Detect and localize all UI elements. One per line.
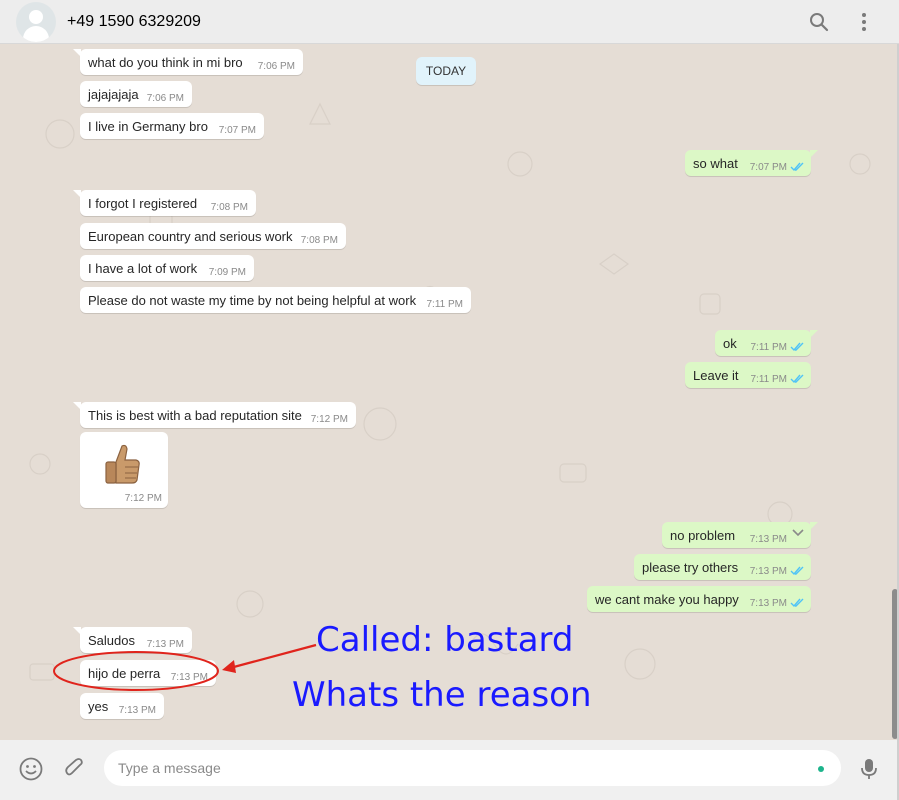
message-text: Please do not waste my time by not being… (88, 293, 417, 308)
thumbs-up-icon (105, 444, 140, 484)
chat-header: +49 1590 6329209 (0, 0, 899, 44)
message-incoming[interactable]: jajajajaja 7:06 PM (80, 81, 192, 107)
menu-icon[interactable] (852, 10, 876, 34)
read-ticks-icon (790, 598, 804, 608)
message-outgoing[interactable]: so what 7:07 PM (685, 150, 811, 176)
message-time: 7:13 PM (749, 566, 787, 577)
message-time: 7:12 PM (310, 414, 348, 425)
message-outgoing[interactable]: Leave it 7:11 PM (685, 362, 811, 388)
message-incoming[interactable]: European country and serious work 7:08 P… (80, 223, 346, 249)
message-time: 7:06 PM (146, 93, 184, 104)
message-incoming[interactable]: I live in Germany bro 7:07 PM (80, 113, 264, 139)
message-text: Saludos (88, 633, 135, 648)
input-status-dot (818, 766, 824, 772)
message-incoming[interactable]: Please do not waste my time by not being… (80, 287, 471, 313)
message-sticker[interactable]: 7:12 PM (80, 432, 168, 508)
message-text: hijo de perra (88, 666, 161, 681)
read-ticks-icon (790, 342, 804, 352)
attach-icon[interactable] (62, 756, 88, 782)
annotation-line-1: Called: bastard (316, 620, 574, 660)
message-text: so what (693, 156, 738, 171)
message-incoming[interactable]: Saludos 7:13 PM (80, 627, 192, 653)
mic-icon[interactable] (856, 756, 882, 782)
read-ticks-icon (790, 374, 804, 384)
message-incoming[interactable]: what do you think in mi bro 7:06 PM (80, 49, 303, 75)
message-time: 7:07 PM (218, 125, 256, 136)
message-time: 7:06 PM (257, 61, 295, 72)
search-icon[interactable] (807, 10, 831, 34)
message-incoming[interactable]: I have a lot of work 7:09 PM (80, 255, 254, 281)
message-time: 7:13 PM (146, 639, 184, 650)
message-outgoing[interactable]: no problem 7:13 PM (662, 522, 811, 548)
message-text: please try others (642, 560, 739, 575)
message-incoming[interactable]: This is best with a bad reputation site … (80, 402, 356, 428)
message-time: 7:12 PM (124, 493, 162, 504)
message-time: 7:13 PM (170, 672, 208, 683)
read-ticks-icon (790, 162, 804, 172)
annotation-line-2: Whats the reason (292, 675, 592, 715)
message-outgoing[interactable]: please try others 7:13 PM (634, 554, 811, 580)
message-time: 7:08 PM (210, 202, 248, 213)
emoji-icon[interactable] (18, 756, 44, 782)
message-text: I have a lot of work (88, 261, 198, 276)
date-chip: TODAY (416, 57, 476, 85)
message-time: 7:13 PM (749, 598, 787, 609)
message-text: what do you think in mi bro (88, 55, 243, 70)
message-outgoing[interactable]: ok 7:11 PM (715, 330, 811, 356)
read-ticks-icon (790, 566, 804, 576)
contact-avatar[interactable] (16, 2, 56, 42)
message-incoming[interactable]: hijo de perra 7:13 PM (80, 660, 216, 686)
message-text: This is best with a bad reputation site (88, 408, 302, 423)
message-text: European country and serious work (88, 229, 293, 244)
message-incoming[interactable]: yes 7:13 PM (80, 693, 164, 719)
message-text: no problem (670, 528, 736, 543)
message-time: 7:13 PM (749, 534, 787, 545)
message-text: jajajajaja (88, 87, 139, 102)
contact-name[interactable]: +49 1590 6329209 (67, 13, 201, 31)
message-time: 7:11 PM (750, 342, 788, 353)
message-time: 7:09 PM (208, 267, 246, 278)
message-incoming[interactable]: I forgot I registered 7:08 PM (80, 190, 256, 216)
message-text: Leave it (693, 368, 739, 383)
message-time: 7:11 PM (750, 374, 788, 385)
bubble-tail (810, 330, 818, 338)
bubble-tail (810, 522, 818, 530)
message-text: ok (723, 336, 737, 351)
message-time: 7:11 PM (426, 299, 464, 310)
message-composer-bar (0, 740, 899, 800)
message-input[interactable] (104, 750, 841, 786)
bubble-tail (810, 150, 818, 158)
message-text: yes (88, 699, 109, 714)
message-time: 7:08 PM (300, 235, 338, 246)
chevron-down-icon[interactable] (791, 528, 805, 538)
message-text: I live in Germany bro (88, 119, 208, 134)
message-time: 7:13 PM (118, 705, 156, 716)
message-text: we cant make you happy (595, 592, 739, 607)
message-text: I forgot I registered (88, 196, 198, 211)
message-outgoing[interactable]: we cant make you happy 7:13 PM (587, 586, 811, 612)
message-time: 7:07 PM (749, 162, 787, 173)
